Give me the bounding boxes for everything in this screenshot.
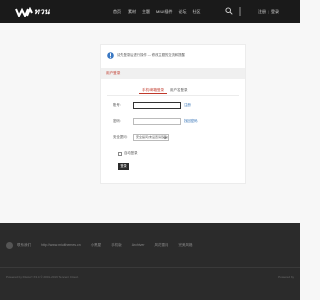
footer-copyright: Powered by Discuz! X3.4 © 2001-2019 Tenc… [6, 275, 79, 279]
tab-underline [107, 95, 239, 96]
notice-text: 请先登录后进行操作 --- 修改主题的交流和提醒 [117, 53, 185, 57]
remember-checkbox[interactable] [118, 151, 122, 156]
password-field[interactable] [133, 118, 181, 125]
footer-top: 联系我们 http://www.miuithemes.cn 小黑屋 手机版 Ar… [0, 223, 300, 267]
chevron-down-icon [163, 136, 167, 140]
nav-item-plugins[interactable]: MIUI插件 [156, 0, 172, 23]
nav-item-theme[interactable]: 主题 [142, 0, 150, 23]
divider-bar [239, 7, 241, 16]
forgot-password-link[interactable]: 找回密码 [184, 118, 198, 125]
security-question-select[interactable]: 安全提问(未设置请忽略) [133, 134, 169, 141]
top-navbar: ทวน 首页 素材 主题 MIUI插件 论坛 社区 注册 | 登录 [0, 0, 300, 23]
footer-bottom: Powered by Discuz! X3.4 © 2001-2019 Tenc… [0, 268, 300, 300]
footer-link-mobile[interactable]: 手机版 [111, 242, 122, 249]
footer-links: 联系我们 http://www.miuithemes.cn 小黑屋 手机版 Ar… [17, 242, 203, 249]
register-link-inline[interactable]: 注册 [184, 102, 191, 109]
footer-link-style2[interactable]: 完美风格 [179, 242, 193, 249]
logo-mark-icon [15, 6, 33, 17]
search-icon[interactable] [225, 7, 233, 15]
auth-links: 注册 | 登录 [258, 0, 279, 23]
tab-username[interactable]: 用户名登录 [167, 86, 191, 94]
site-logo[interactable]: ทวน [15, 5, 50, 18]
footer-link-contact[interactable]: 联系我们 [17, 242, 31, 249]
footer-powered: Powered by [278, 275, 294, 279]
footer: 联系我们 http://www.miuithemes.cn 小黑屋 手机版 Ar… [0, 223, 300, 300]
footer-logo-icon [6, 242, 13, 249]
section-title: 用户登录 [106, 71, 121, 75]
login-link[interactable]: 注册 [258, 0, 266, 23]
nav-item-forum[interactable]: 论坛 [178, 0, 186, 23]
footer-link-blackroom[interactable]: 小黑屋 [91, 242, 102, 249]
username-label: 账号: [113, 103, 121, 107]
footer-link-site[interactable]: http://www.miuithemes.cn [41, 242, 81, 249]
remember-label: 自动登录 [124, 151, 138, 155]
auth-separator: | [268, 9, 270, 14]
remember-row: 自动登录 [118, 151, 138, 156]
security-question-label: 安全提问: [113, 135, 128, 139]
section-header: 用户登录 [101, 68, 245, 79]
register-link[interactable]: 登录 [271, 0, 279, 23]
footer-link-style1[interactable]: 风花雪月 [155, 242, 169, 249]
username-field[interactable] [133, 102, 181, 109]
password-label: 密码: [113, 119, 121, 123]
nav-item-material[interactable]: 素材 [128, 0, 136, 23]
nav-item-home[interactable]: 首页 [113, 0, 121, 23]
login-card: 请先登录后进行操作 --- 修改主题的交流和提醒 用户登录 手机/邮箱登录 用户… [100, 44, 246, 184]
main-nav: 首页 素材 主题 MIUI插件 论坛 社区 [113, 0, 206, 23]
notice-bar: 请先登录后进行操作 --- 修改主题的交流和提醒 [107, 52, 185, 59]
nav-item-community[interactable]: 社区 [192, 0, 200, 23]
tab-phone-email[interactable]: 手机/邮箱登录 [139, 86, 167, 94]
logo-text: ทวน [34, 6, 50, 16]
login-tabs: 手机/邮箱登录 用户名登录 [139, 86, 190, 94]
login-button[interactable]: 登录 [118, 163, 129, 170]
footer-link-archiver[interactable]: Archiver [132, 242, 145, 249]
info-icon [107, 52, 114, 59]
